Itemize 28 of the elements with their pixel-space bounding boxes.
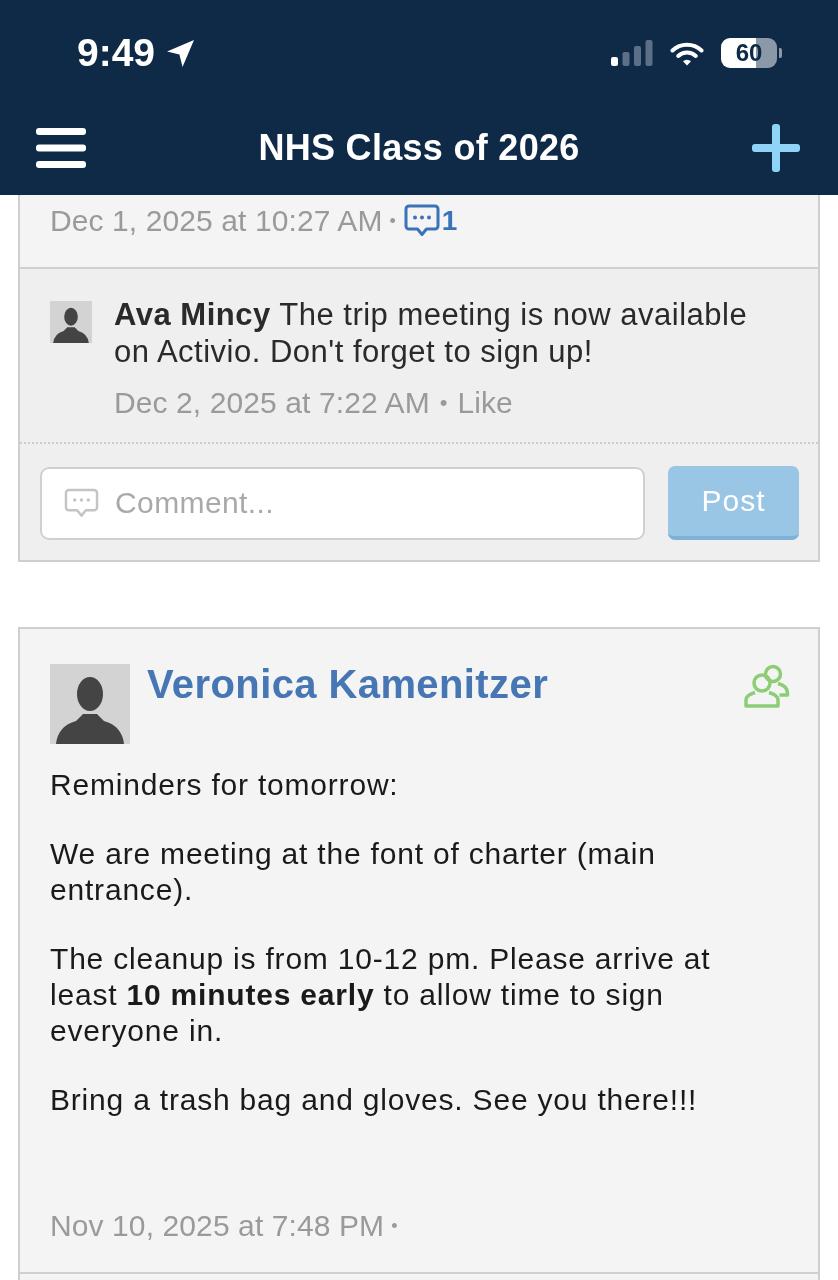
speech-bubble-icon [64, 486, 99, 520]
location-arrow-icon [167, 39, 195, 67]
comment-text: Ava Mincy The trip meeting is now available on Activio. Don't forget to sign up! [114, 296, 749, 370]
wifi-icon [670, 40, 704, 66]
post-paragraph: We are meeting at the font of charter (main entrance). [50, 836, 657, 908]
author-link[interactable]: Veronica Kamenitzer [147, 661, 549, 707]
avatar-icon [50, 664, 130, 744]
post-timestamp: Nov 10, 2025 at 7:48 PM [50, 1208, 385, 1244]
bullet-separator: • [389, 210, 396, 233]
menu-icon[interactable] [36, 127, 86, 168]
post-paragraph: Reminders for tomorrow: [50, 767, 400, 803]
comment-input-field[interactable]: Comment... [40, 466, 645, 540]
like-link[interactable]: Like [457, 384, 513, 422]
avatar-icon [50, 301, 92, 343]
bullet-separator: • [439, 389, 448, 417]
post-timestamp: Dec 1, 2025 at 10:27 AM [50, 203, 383, 239]
comment-count-link[interactable]: 1 [403, 203, 458, 239]
people-icon [744, 664, 790, 708]
post-paragraph: The cleanup is from 10-12 pm. Please arrive at least 10 minutes early to allow time to sign everyone in. [50, 941, 712, 1049]
battery-indicator: 60 [721, 38, 782, 69]
add-icon[interactable] [752, 123, 800, 172]
comment-timestamp: Dec 2, 2025 at 7:22 AM [114, 385, 430, 421]
post-paragraph: Bring a trash bag and gloves. See you there!!! [50, 1082, 699, 1118]
speech-bubble-icon [403, 203, 440, 239]
page-title: NHS Class of 2026 [258, 126, 580, 169]
bullet-separator: • [391, 1215, 398, 1238]
signal-icon [611, 40, 653, 67]
status-time: 9:49 [77, 31, 156, 76]
